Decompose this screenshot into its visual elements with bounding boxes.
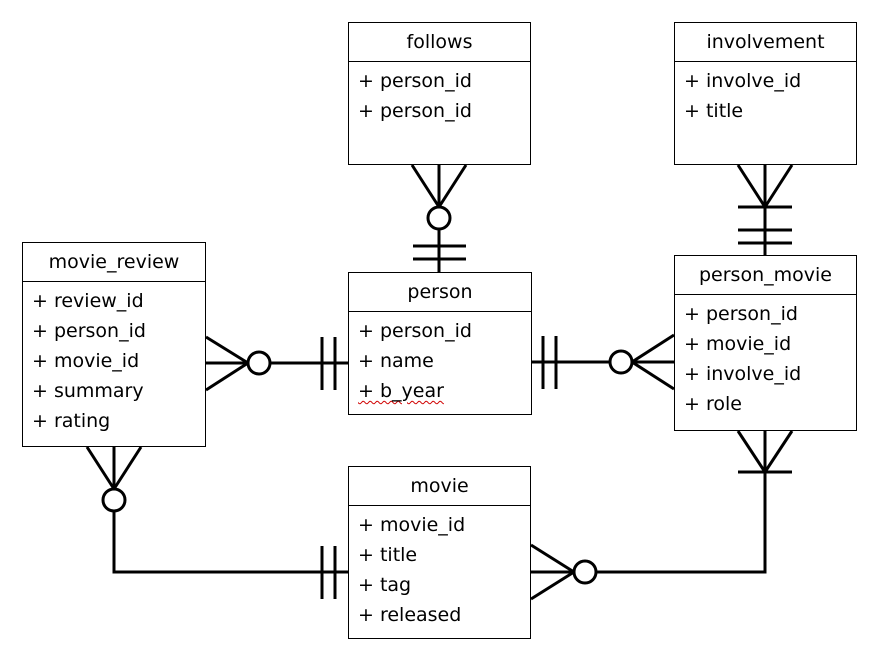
attribute: + involve_id <box>684 70 802 92</box>
crowfoot-person-movie-bottom <box>736 430 767 473</box>
connector-person-follows <box>410 164 468 272</box>
entity-involvement[interactable]: involvement + involve_id + title <box>674 22 857 165</box>
zero-circle-follows <box>426 205 452 231</box>
connector-movie-person-movie <box>530 430 794 601</box>
attribute-list: + involve_id + title <box>675 62 856 126</box>
attribute: + person_id <box>358 70 472 92</box>
entity-title: person_movie <box>675 256 856 295</box>
attribute: + tag <box>358 574 412 596</box>
crowfoot-movie-right <box>530 543 575 574</box>
attribute: + movie_id <box>358 514 466 536</box>
crowfoot-person-movie-left <box>631 333 675 364</box>
attribute-list: + person_id + movie_id + involve_id + ro… <box>675 295 856 419</box>
attribute: + person_id <box>32 320 146 342</box>
spellcheck-underlined-text: + b_year <box>358 380 444 402</box>
crowfoot-involvement <box>736 164 767 208</box>
attribute-list: + movie_id + title + tag + released <box>349 506 530 630</box>
entity-follows[interactable]: follows + person_id + person_id <box>348 22 531 165</box>
attribute-list: + review_id + person_id + movie_id + sum… <box>23 282 205 436</box>
attribute: + person_id <box>358 100 472 122</box>
attribute: + involve_id <box>684 363 802 385</box>
attribute: + title <box>684 100 744 122</box>
zero-circle-movie-review <box>246 350 272 376</box>
attribute: + name <box>358 350 434 372</box>
attribute: + summary <box>32 380 144 402</box>
entity-movie-review[interactable]: movie_review + review_id + person_id + m… <box>22 242 206 447</box>
entity-person-movie[interactable]: person_movie + person_id + movie_id + in… <box>674 255 857 431</box>
attribute-spellcheck-flagged: + b_year <box>358 376 531 406</box>
crowfoot-movie-review-bottom <box>85 446 116 490</box>
crowfoot-movie-review-right <box>205 335 249 365</box>
connector-movie-review-movie <box>85 446 348 599</box>
entity-movie[interactable]: movie + movie_id + title + tag + release… <box>348 466 531 639</box>
attribute: + rating <box>32 410 111 432</box>
zero-circle-movie-review-bottom <box>101 487 127 513</box>
connector-person-person-movie <box>532 333 675 391</box>
attribute: + released <box>358 604 462 626</box>
attribute: + title <box>358 544 418 566</box>
entity-title: movie <box>349 467 530 506</box>
entity-title: person <box>349 273 531 312</box>
connector-movie-review-person <box>205 335 348 392</box>
zero-circle-person-movie <box>608 349 634 375</box>
entity-person[interactable]: person + person_id + name + b_year <box>348 272 532 415</box>
attribute-list: + person_id + name + b_year <box>349 312 531 406</box>
attribute: + person_id <box>684 303 798 325</box>
connector-involvement-person-movie <box>736 164 794 255</box>
entity-title: follows <box>349 23 530 62</box>
attribute: + movie_id <box>684 333 792 355</box>
attribute: + review_id <box>32 290 144 312</box>
attribute-list: + person_id + person_id <box>349 62 530 126</box>
crowfoot-follows <box>410 164 441 208</box>
attribute: + role <box>684 393 742 415</box>
entity-title: movie_review <box>23 243 205 282</box>
zero-circle-movie <box>572 559 598 585</box>
attribute: + person_id <box>358 320 472 342</box>
attribute: + movie_id <box>32 350 140 372</box>
entity-title: involvement <box>675 23 856 62</box>
